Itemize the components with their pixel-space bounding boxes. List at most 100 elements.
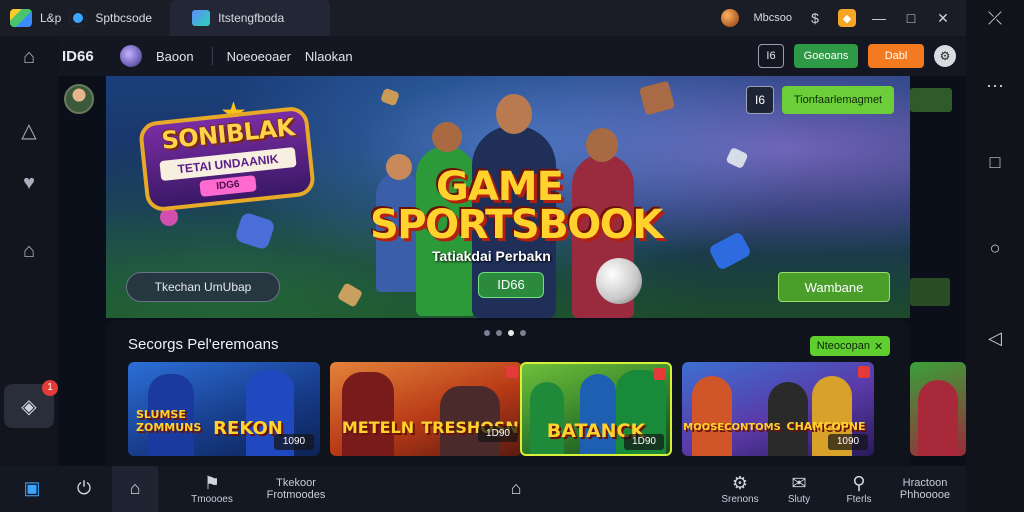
expand-icon[interactable]: ⤫ xyxy=(966,8,1024,29)
carousel-dot[interactable] xyxy=(496,330,502,336)
hero-banner[interactable]: ★ SONIBLAK TETAI UNDAANIK IDG6 GAME SPOR… xyxy=(106,76,910,318)
card-title: CHAMCOPNE xyxy=(786,420,866,433)
card-figure xyxy=(768,382,808,456)
dollar-icon[interactable]: $ xyxy=(806,9,824,27)
gear-icon: ⚙ xyxy=(731,472,749,493)
globe-avatar-icon[interactable] xyxy=(120,45,142,67)
bottom-item-label: Tmoooes xyxy=(191,493,233,505)
card-figure xyxy=(692,376,732,456)
flag-icon: ⚑ xyxy=(203,472,221,493)
green-action-button[interactable]: Goeoans xyxy=(794,44,858,68)
house-icon[interactable]: ⌂ xyxy=(0,240,58,263)
deco-box xyxy=(336,282,364,308)
home-icon: ⌂ xyxy=(129,478,141,498)
hero-emblem: ★ SONIBLAK TETAI UNDAANIK IDG6 xyxy=(136,96,317,213)
gift-icon[interactable]: ◆ xyxy=(838,9,856,27)
orange-action-button[interactable]: Dabl xyxy=(868,44,924,68)
home-circle-icon[interactable]: ○ xyxy=(966,238,1024,259)
bottom-item-windows[interactable]: ▣ xyxy=(10,466,54,512)
app-name-primary: L&p xyxy=(40,11,62,25)
bottom-item-label: Tkekoor Frotmoodes xyxy=(266,477,326,501)
carousel-dot[interactable] xyxy=(520,330,526,336)
football-icon xyxy=(596,258,642,304)
tab-main[interactable]: Itstengfboda xyxy=(170,0,331,36)
card-figure xyxy=(530,382,564,454)
hero-tagline: Tatiakdai Perbakn xyxy=(432,248,551,264)
player-head xyxy=(496,94,532,134)
hero-id-pill[interactable]: ID66 xyxy=(478,272,544,298)
brand-logo[interactable]: ID66 xyxy=(62,48,110,65)
game-card-1[interactable]: SLUMSE ZOMMUNS REKON 1090 xyxy=(128,362,320,456)
recent-apps-icon[interactable]: □ xyxy=(966,152,1024,173)
card-tag: 1D90 xyxy=(624,434,664,450)
bottom-item-8[interactable]: ✉ Sluty xyxy=(776,466,822,512)
bottom-item-4[interactable]: ⚑ Tmoooes xyxy=(180,466,244,512)
hero-top-button[interactable]: Tionfaarlemagmet xyxy=(782,86,894,114)
carousel-dot[interactable] xyxy=(484,330,490,336)
deco-box xyxy=(708,231,752,271)
carousel-dot-active[interactable] xyxy=(508,330,514,336)
card-figure xyxy=(342,372,394,456)
more-icon[interactable]: ⋯ xyxy=(966,76,1024,97)
bottom-item-power[interactable]: ⏻ xyxy=(62,466,106,512)
card-figure xyxy=(918,380,958,456)
bottom-item-label: Srenons xyxy=(721,493,759,505)
back-icon[interactable]: ◁ xyxy=(966,328,1024,349)
tab-label: Itstengfboda xyxy=(218,11,285,25)
stack-icon[interactable] xyxy=(10,9,32,27)
card-title-top: MOOSECONTOMS xyxy=(683,422,781,433)
hero-search-button[interactable]: Tkechan UmUbap xyxy=(126,272,280,302)
close-icon[interactable]: ✕ xyxy=(874,340,883,353)
game-card-4[interactable]: MOOSECONTOMS CHAMCOPNE 1090 xyxy=(682,362,874,456)
bottom-item-7[interactable]: ⚙ Srenons xyxy=(712,466,768,512)
card-figure xyxy=(580,374,616,454)
hero-label-box[interactable]: I6 xyxy=(746,86,774,114)
android-nav-column: ⤫ ⋯ □ ○ ◁ xyxy=(966,0,1024,512)
minimize-icon[interactable]: — xyxy=(870,9,888,27)
title-bar: L&p Sptbcsode Itstengfboda Mbcsoo $ ◆ — … xyxy=(0,0,966,36)
home-icon[interactable]: ⌂ xyxy=(0,46,58,69)
player-head xyxy=(432,122,462,152)
power-icon: ⏻ xyxy=(76,478,92,498)
game-card-5-partial[interactable] xyxy=(910,362,966,456)
left-sidebar: ⌂ △ ♥ ⌂ ◈ 1 xyxy=(0,36,58,466)
user-avatar[interactable] xyxy=(64,84,94,114)
close-icon[interactable]: ✕ xyxy=(934,9,952,27)
card-title-top: METELN xyxy=(341,418,415,437)
game-card-2[interactable]: METELN TRESHOSN 1D90 xyxy=(330,362,522,456)
bottom-item-center[interactable]: ⌂ xyxy=(496,466,536,512)
heart-icon[interactable]: ♥ xyxy=(0,172,58,195)
coin-icon[interactable] xyxy=(721,9,740,27)
restore-icon[interactable]: □ xyxy=(902,9,920,27)
nav-link-2[interactable]: Noeoeoaer xyxy=(227,49,291,64)
nav-actions: I6 Goeoans Dabl ⚙ xyxy=(758,44,966,68)
ghost-button-right-lower[interactable] xyxy=(910,278,950,306)
hero-cta-button[interactable]: Wambane xyxy=(778,272,890,302)
nav-divider xyxy=(211,47,213,65)
bottom-item-label: Fterls xyxy=(846,493,872,505)
settings-icon[interactable]: ⚙ xyxy=(934,45,956,67)
section-title: Secorgs Pel'eremoans xyxy=(128,336,279,353)
nav-link-3[interactable]: Nlaokan xyxy=(305,49,353,64)
bottom-item-10[interactable]: Hractoon Phhooooe xyxy=(890,466,960,512)
app-window: L&p Sptbcsode Itstengfboda Mbcsoo $ ◆ — … xyxy=(0,0,1024,512)
label-box-button[interactable]: I6 xyxy=(758,44,784,68)
ghost-button-right[interactable] xyxy=(910,88,952,112)
section-pill-button[interactable]: Nteocopan ✕ xyxy=(810,336,890,356)
floating-cube-button[interactable]: ◈ 1 xyxy=(4,380,58,428)
card-flag-icon xyxy=(506,366,518,378)
bottom-item-9[interactable]: ⚲ Fterls xyxy=(836,466,882,512)
bottom-item-label: Sluty xyxy=(787,493,811,505)
game-card-3[interactable]: BATANCK 1D90 xyxy=(520,362,672,456)
hero-title-line2: SPORTSBOOK xyxy=(370,202,663,248)
pin-icon: ⚲ xyxy=(852,472,866,493)
blue-dot-icon[interactable] xyxy=(69,9,88,27)
bottom-item-home[interactable]: ⌂ xyxy=(112,466,158,512)
bookmark-icon[interactable]: △ xyxy=(0,118,58,143)
bottom-item-5[interactable]: Tkekoor Frotmoodes xyxy=(254,466,338,512)
cube-icon: ◈ xyxy=(21,395,37,418)
home-outline-icon: ⌂ xyxy=(510,478,522,498)
chat-icon: ✉ xyxy=(791,472,807,493)
nav-link-1[interactable]: Baoon xyxy=(156,49,194,64)
card-tag: 1D90 xyxy=(478,426,518,442)
